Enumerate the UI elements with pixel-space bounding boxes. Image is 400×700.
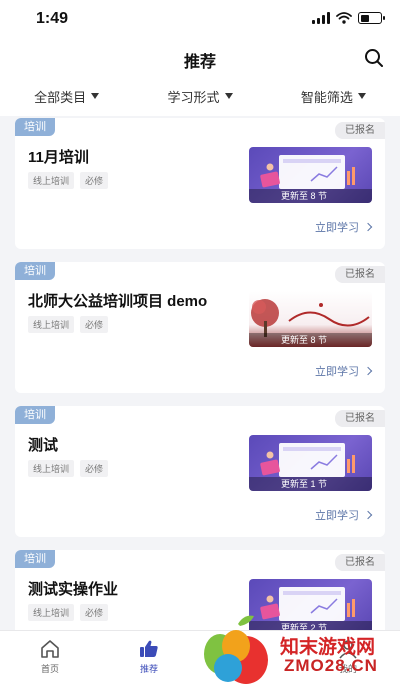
- tab-home[interactable]: 首页: [25, 639, 75, 675]
- start-learning-link[interactable]: 立即学习: [315, 363, 373, 379]
- watermark-domain: ZMO28.CN: [284, 656, 378, 675]
- caret-down-icon: [357, 93, 366, 99]
- training-tag: 培训: [15, 262, 55, 280]
- required-chip: 必修: [80, 604, 109, 621]
- format-chip: 线上培训: [28, 604, 75, 621]
- start-learning-label: 立即学习: [315, 366, 359, 378]
- search-icon[interactable]: [364, 48, 384, 68]
- filter-bar: 全部类目 学习形式 智能筛选: [0, 76, 400, 116]
- start-learning-link[interactable]: 立即学习: [315, 219, 373, 235]
- wifi-icon: [336, 12, 352, 24]
- course-card[interactable]: 培训 已报名 11月培训 线上培训 必修 更新至 8 节 立即学习: [15, 118, 385, 249]
- update-progress-label: 更新至 8 节: [249, 189, 372, 203]
- page-title: 推荐: [183, 54, 216, 71]
- chevron-right-icon: [363, 366, 373, 376]
- nav-bar: 推荐: [0, 40, 400, 76]
- tab-home-label: 首页: [40, 664, 59, 674]
- course-title: 北师大公益培训项目 demo: [28, 293, 208, 310]
- training-tag: 培训: [15, 550, 55, 568]
- home-icon: [41, 640, 59, 658]
- tab-recommend[interactable]: 推荐: [124, 639, 174, 675]
- training-tag: 培训: [15, 118, 55, 136]
- tab-recommend-label: 推荐: [139, 664, 158, 674]
- filter-category-dropdown[interactable]: 全部类目: [34, 87, 100, 106]
- chevron-right-icon: [363, 510, 373, 520]
- course-title: 测试实操作业: [28, 581, 119, 598]
- signal-icon: [312, 12, 330, 24]
- format-chip: 线上培训: [28, 316, 75, 333]
- required-chip: 必修: [80, 460, 109, 477]
- watermark: 知末游戏网 ZMO28.CN: [198, 610, 398, 690]
- filter-format-label: 学习形式: [167, 89, 220, 105]
- enrolled-badge: 已报名: [335, 122, 385, 139]
- start-learning-label: 立即学习: [315, 510, 359, 522]
- start-learning-link[interactable]: 立即学习: [315, 507, 373, 523]
- course-list[interactable]: 培训 已报名 11月培训 线上培训 必修 更新至 8 节 立即学习 培训 已报名…: [0, 116, 400, 630]
- apple-logo-icon: [204, 615, 268, 684]
- course-thumbnail[interactable]: 更新至 8 节: [249, 147, 372, 203]
- course-card[interactable]: 培训 已报名 测试 线上培训 必修 更新至 1 节 立即学习: [15, 406, 385, 537]
- caret-down-icon: [91, 93, 100, 99]
- start-learning-label: 立即学习: [315, 222, 359, 234]
- required-chip: 必修: [80, 316, 109, 333]
- filter-smart-dropdown[interactable]: 智能筛选: [301, 87, 366, 106]
- course-thumbnail[interactable]: 更新至 8 节: [249, 291, 372, 347]
- status-bar: 1:49: [0, 0, 400, 40]
- status-time: 1:49: [36, 10, 69, 27]
- enrolled-badge: 已报名: [335, 266, 385, 283]
- update-progress-label: 更新至 1 节: [249, 477, 372, 491]
- format-chip: 线上培训: [28, 172, 75, 189]
- update-progress-label: 更新至 8 节: [249, 333, 372, 347]
- course-title: 11月培训: [28, 149, 89, 166]
- filter-format-dropdown[interactable]: 学习形式: [167, 87, 233, 106]
- course-title: 测试: [28, 437, 59, 454]
- course-thumbnail[interactable]: 更新至 1 节: [249, 435, 372, 491]
- format-chip: 线上培训: [28, 460, 75, 477]
- chevron-right-icon: [363, 222, 373, 232]
- enrolled-badge: 已报名: [335, 554, 385, 571]
- battery-icon: [358, 12, 385, 24]
- caret-down-icon: [224, 93, 233, 99]
- training-tag: 培训: [15, 406, 55, 424]
- course-card[interactable]: 培训 已报名 北师大公益培训项目 demo 线上培训 必修 更新至 8 节 立即…: [15, 262, 385, 393]
- filter-smart-label: 智能筛选: [300, 89, 353, 105]
- thumbs-up-icon: [140, 640, 158, 657]
- watermark-text: 知末游戏网: [280, 637, 376, 658]
- status-icons: [312, 12, 385, 24]
- required-chip: 必修: [80, 172, 109, 189]
- filter-category-label: 全部类目: [34, 89, 87, 105]
- enrolled-badge: 已报名: [335, 410, 385, 427]
